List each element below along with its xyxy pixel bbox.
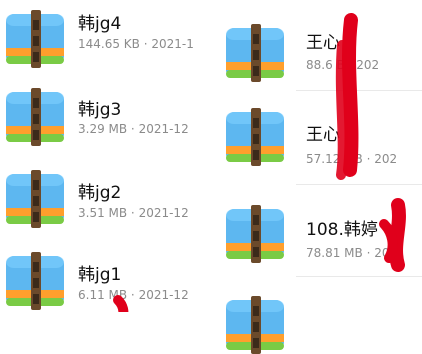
file-name: 韩jg3 [78, 100, 122, 120]
archive-icon [226, 205, 284, 263]
file-name: 王心 1 [306, 33, 357, 53]
divider [296, 276, 422, 277]
divider [296, 90, 422, 91]
file-name: 韩jg4 [78, 14, 122, 34]
file-meta: 57.12 MB · 202 [306, 152, 398, 166]
archive-icon [226, 24, 284, 82]
file-meta: 3.51 MB · 2021-12 [78, 206, 189, 220]
file-name: 韩jg2 [78, 183, 122, 203]
archive-icon [226, 108, 284, 166]
archive-icon [226, 296, 284, 354]
archive-icon [6, 170, 64, 228]
file-name: 韩jg1 [78, 265, 122, 285]
file-meta: 3.29 MB · 2021-12 [78, 122, 189, 136]
divider [296, 184, 422, 185]
archive-icon [6, 10, 64, 68]
file-meta: 88.6 B · 202 [306, 58, 380, 72]
file-name: 108.韩婷 [306, 220, 378, 240]
file-meta: 6.11 MB · 2021-12 [78, 288, 189, 302]
archive-icon [6, 252, 64, 310]
file-meta: 78.81 MB · 202 [306, 246, 398, 260]
file-name: 王心 2 [306, 125, 357, 145]
archive-icon [6, 88, 64, 146]
file-meta: 144.65 KB · 2021-1 [78, 37, 194, 51]
